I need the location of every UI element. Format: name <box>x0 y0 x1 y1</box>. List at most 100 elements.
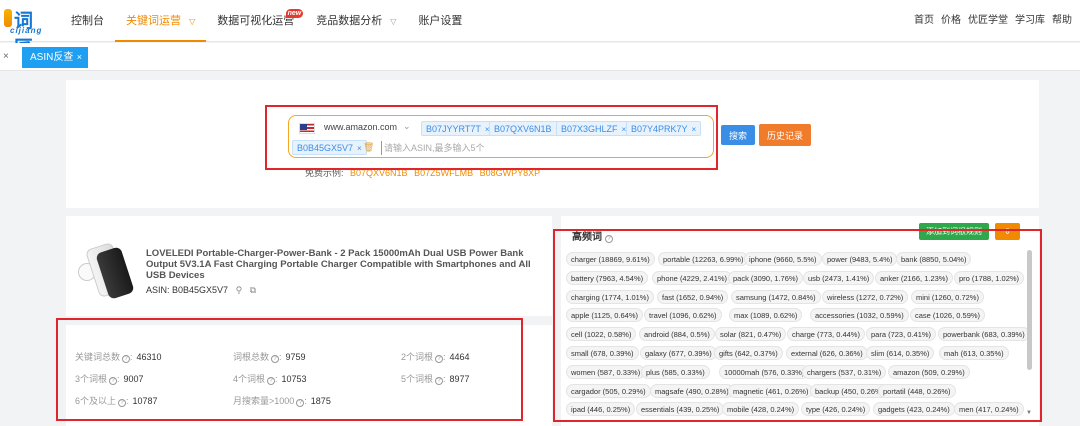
keyword-tag[interactable]: para (723, 0.41%) <box>866 327 937 342</box>
keyword-tag[interactable]: battery (7963, 4.54%) <box>566 270 649 285</box>
example-asin-link[interactable]: B07QXV6N1B <box>350 168 408 178</box>
help-icon[interactable]: ? <box>605 235 613 243</box>
keyword-tag[interactable]: phone (4229, 2.41%) <box>652 270 733 285</box>
copy-icon[interactable]: ⧉ <box>250 285 256 295</box>
help-icon[interactable]: ? <box>271 355 280 363</box>
keyword-tag[interactable]: cargador (505, 0.29%) <box>566 383 651 398</box>
chip-close-icon[interactable]: × <box>357 144 362 153</box>
help-icon[interactable]: ? <box>267 377 276 385</box>
nav-item-console[interactable]: 控制台 <box>60 0 115 42</box>
keyword-tag[interactable]: galaxy (677, 0.39%) <box>640 346 717 360</box>
keyword-tag[interactable]: usb (2473, 1.41%) <box>803 270 875 285</box>
link-home[interactable]: 首页 <box>914 0 934 42</box>
keyword-tag[interactable]: external (626, 0.36%) <box>786 346 868 360</box>
help-icon[interactable]: ? <box>109 377 118 385</box>
nav-label: 数据可视化运营 <box>217 15 295 27</box>
chip-close-icon[interactable]: × <box>692 125 697 134</box>
nav-item-keyword-ops[interactable]: 关键词运营 ▽ <box>115 0 207 42</box>
keyword-tag[interactable]: charger (18869, 9.61%) <box>566 252 655 266</box>
asin-input[interactable] <box>381 141 531 155</box>
keyword-tag[interactable]: magsafe (490, 0.28%) <box>650 383 734 398</box>
keyword-tag[interactable]: ipad (446, 0.25%) <box>566 402 636 417</box>
link-library[interactable]: 学习库 <box>1015 0 1045 42</box>
asin-chip: B0B45GX5V7 × <box>292 140 367 155</box>
keyword-tag[interactable]: samsung (1472, 0.84%) <box>731 289 821 304</box>
keyword-tag[interactable]: amazon (509, 0.29%) <box>888 364 970 379</box>
product-image[interactable] <box>78 241 136 300</box>
title-text: 高频词 <box>572 232 602 243</box>
keyword-tag[interactable]: powerbank (683, 0.39%) <box>938 327 1030 342</box>
top-right-links: 首页 价格 优匠学堂 学习库 帮助 <box>907 0 1072 42</box>
keyword-tag[interactable]: slim (614, 0.35%) <box>866 346 935 360</box>
keyword-tag[interactable]: mobile (428, 0.24%) <box>722 402 800 417</box>
keyword-tag[interactable]: magnetic (461, 0.26%) <box>728 383 814 398</box>
keyword-tag[interactable]: case (1026, 0.59%) <box>910 308 986 323</box>
keyword-tag[interactable]: iphone (9660, 5.5%) <box>744 252 822 266</box>
history-button[interactable]: 历史记录 <box>759 124 811 146</box>
close-icon[interactable]: × <box>3 51 9 62</box>
help-icon[interactable]: ? <box>435 355 444 363</box>
tab-asin-lookup[interactable]: ASIN反查 × <box>22 47 88 68</box>
keyword-tag[interactable]: travel (1096, 0.62%) <box>644 308 722 323</box>
keyword-tag[interactable]: accessories (1032, 0.59%) <box>810 308 909 323</box>
link-help[interactable]: 帮助 <box>1052 0 1072 42</box>
keyword-tag[interactable]: portable (12263, 6.99%) <box>658 252 749 266</box>
keyword-tag[interactable]: women (587, 0.33%) <box>566 364 646 379</box>
keyword-tag[interactable]: pro (1788, 1.02%) <box>954 270 1025 285</box>
link-icon[interactable]: ⚲ <box>236 285 243 295</box>
nav-item-account-settings[interactable]: 账户设置 <box>407 0 473 42</box>
cijiang-logo[interactable]: 词匠 cijiang <box>4 6 52 59</box>
example-asin-link[interactable]: B08GWPY8XP <box>480 168 541 178</box>
keyword-tag[interactable]: pack (3090, 1.76%) <box>728 270 804 285</box>
keyword-tag[interactable]: solar (821, 0.47%) <box>715 327 787 342</box>
keyword-tag[interactable]: 10000mah (576, 0.33%) <box>719 364 810 379</box>
keyword-tag[interactable]: portatil (448, 0.26%) <box>878 383 956 398</box>
keyword-tag[interactable]: small (678, 0.39%) <box>566 346 639 360</box>
scroll-down-icon[interactable]: ▼ <box>1026 410 1032 416</box>
keyword-tag[interactable]: gadgets (423, 0.24%) <box>873 402 955 417</box>
keyword-tag[interactable]: power (9483, 5.4%) <box>822 252 898 266</box>
keyword-tag[interactable]: anker (2166, 1.23%) <box>875 270 953 285</box>
link-academy[interactable]: 优匠学堂 <box>968 0 1008 42</box>
keyword-tag[interactable]: mini (1260, 0.72%) <box>911 289 984 304</box>
example-asin-link[interactable]: B07Z5WFLMB <box>414 168 473 178</box>
keyword-tag[interactable]: bank (8850, 5.04%) <box>896 252 972 266</box>
stat-label: 3个词根 <box>75 374 108 384</box>
keyword-tag[interactable]: wireless (1272, 0.72%) <box>822 289 909 304</box>
keyword-tag[interactable]: men (417, 0.24%) <box>954 402 1024 417</box>
chevron-down-icon[interactable]: ⌄ <box>403 121 411 132</box>
add-to-root-rules-button[interactable]: 添加到词根规则 <box>919 223 989 240</box>
keyword-tag[interactable]: mah (613, 0.35%) <box>939 346 1009 360</box>
keyword-tag[interactable]: charge (773, 0.44%) <box>787 327 865 342</box>
clear-all-icon[interactable]: 🗑 <box>363 142 374 153</box>
help-icon[interactable]: ? <box>296 399 305 407</box>
download-icon[interactable]: ⇩ <box>995 223 1020 240</box>
keyword-tag[interactable]: charging (1774, 1.01%) <box>566 289 654 304</box>
keyword-tag[interactable]: max (1089, 0.62%) <box>729 308 803 323</box>
link-pricing[interactable]: 价格 <box>941 0 961 42</box>
keyword-tag[interactable]: plus (585, 0.33%) <box>641 364 710 379</box>
stat-value: 4464 <box>449 352 470 362</box>
help-icon[interactable]: ? <box>122 355 131 363</box>
nav-item-data-visualization[interactable]: 数据可视化运营 new <box>206 0 305 42</box>
keyword-tag[interactable]: chargers (537, 0.31%) <box>802 364 887 379</box>
keyword-tag[interactable]: type (426, 0.24%) <box>801 402 871 417</box>
chip-label: B07QXV6N1B <box>494 124 552 134</box>
keyword-tag[interactable]: android (884, 0.5%) <box>639 327 715 342</box>
tab-close-icon[interactable]: × <box>77 47 82 68</box>
product-title[interactable]: LOVELEDI Portable-Charger-Power-Bank - 2… <box>146 248 536 281</box>
keyword-tag[interactable]: fast (1652, 0.94%) <box>657 289 729 304</box>
keyword-tag[interactable]: gifts (642, 0.37%) <box>714 346 783 360</box>
keyword-tag[interactable]: essentials (439, 0.25%) <box>636 402 725 417</box>
search-button[interactable]: 搜索 <box>721 125 755 145</box>
keyword-tag[interactable]: apple (1125, 0.64%) <box>566 308 643 323</box>
stat-value: 1875 <box>310 396 331 406</box>
stat-label: 月搜索量>1000 <box>233 396 295 406</box>
marketplace-select[interactable]: www.amazon.com <box>324 122 397 132</box>
nav-label: 关键词运营 <box>126 15 181 27</box>
keyword-tag[interactable]: cell (1022, 0.58%) <box>566 327 637 342</box>
help-icon[interactable]: ? <box>435 377 444 385</box>
scrollbar[interactable] <box>1027 250 1032 370</box>
nav-item-competitor-analysis[interactable]: 竞品数据分析 ▽ <box>305 0 407 42</box>
help-icon[interactable]: ? <box>118 399 127 407</box>
